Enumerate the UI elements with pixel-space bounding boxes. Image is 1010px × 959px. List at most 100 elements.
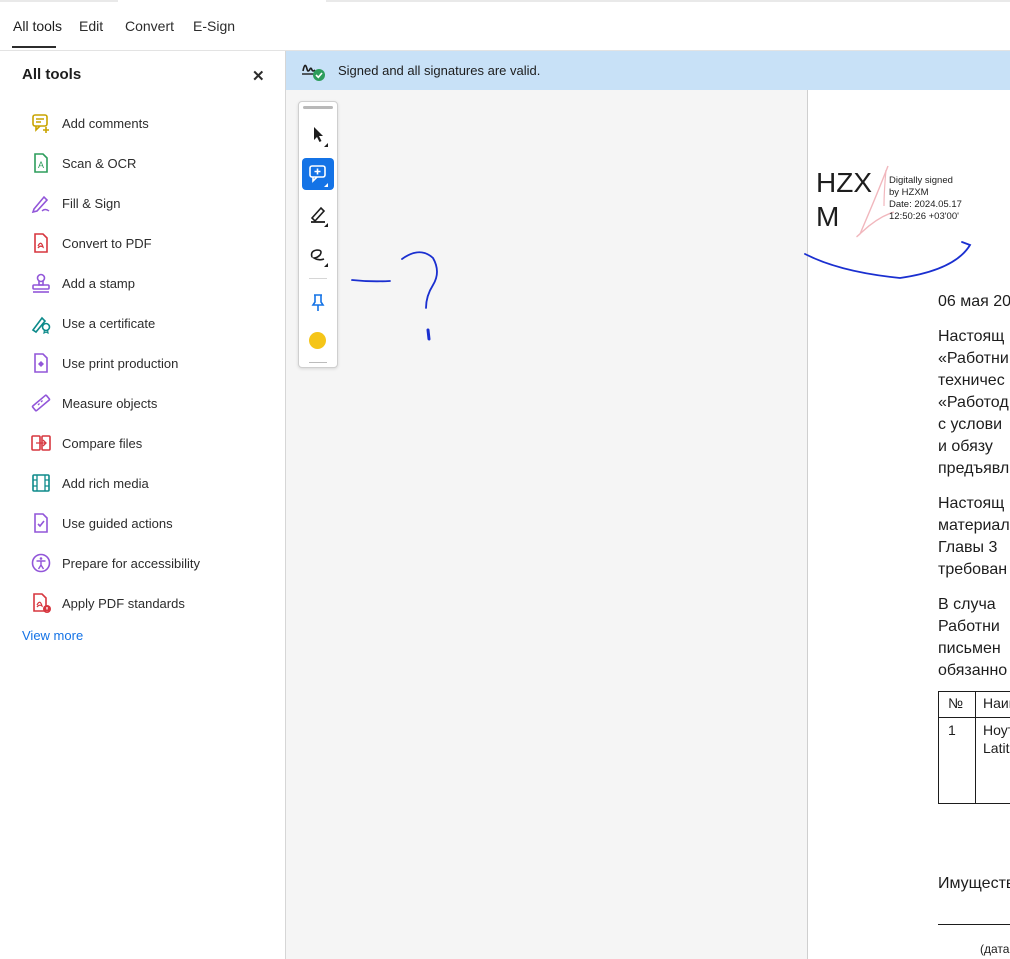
- convert-pdf-icon: [34, 233, 48, 253]
- paragraph-1-line: и обязу: [938, 438, 993, 455]
- top-tab-bar: All tools Edit Convert E-Sign: [0, 0, 1010, 51]
- tool-add-comments[interactable]: Add comments: [30, 112, 270, 136]
- signature-status-bar: Signed and all signatures are valid.: [286, 51, 1010, 90]
- all-tools-panel: All tools ✕ Add comments A Scan & OCR Fi…: [0, 51, 286, 959]
- tool-convert-pdf[interactable]: Convert to PDF: [30, 232, 270, 256]
- tool-add-stamp[interactable]: Add a stamp: [30, 272, 270, 296]
- paragraph-2-line: Настоящ: [938, 495, 1005, 512]
- add-comment-tool-button[interactable]: [302, 158, 334, 190]
- tool-compare-files[interactable]: Compare files: [30, 432, 270, 456]
- paragraph-1-line: техничес: [938, 372, 1005, 389]
- draw-tool-button[interactable]: [302, 238, 334, 270]
- table-cell: Latit: [983, 740, 1010, 756]
- tool-guided-actions[interactable]: Use guided actions: [30, 512, 270, 536]
- signature-status-text: Signed and all signatures are valid.: [338, 63, 541, 78]
- paragraph-1-line: «Работни: [938, 350, 1009, 367]
- svg-text:A: A: [38, 160, 44, 170]
- panel-title: All tools: [22, 66, 82, 83]
- tool-label: Measure objects: [62, 396, 158, 411]
- signature-detail-line: Date: 2024.05.17: [889, 199, 962, 210]
- tool-fill-sign[interactable]: Fill & Sign: [30, 192, 270, 216]
- select-tool-button[interactable]: [302, 118, 334, 150]
- signature-detail-line: 12:50:26 +03'00': [889, 211, 959, 222]
- tool-rich-media[interactable]: Add rich media: [30, 472, 270, 496]
- add-comments-icon: [32, 114, 49, 133]
- tool-label: Fill & Sign: [62, 196, 121, 211]
- inventory-table: № Наим 1 Ноут Latit: [938, 691, 1010, 804]
- tool-label: Add a stamp: [62, 276, 135, 291]
- pdf-page[interactable]: HZX M Digitally signed by HZXM Date: 202…: [807, 90, 1010, 959]
- signature-detail-line: Digitally signed: [889, 175, 953, 186]
- select-icon: [314, 127, 328, 147]
- tool-label: Scan & OCR: [62, 156, 137, 171]
- pin-tool-button[interactable]: [302, 286, 334, 318]
- paragraph-1-line: «Работод: [938, 394, 1009, 411]
- tool-print-production[interactable]: Use print production: [30, 352, 270, 376]
- signature-detail-line: by HZXM: [889, 187, 929, 198]
- signature-details: Digitally signed by HZXM Date: 2024.05.1…: [889, 175, 962, 223]
- paragraph-2-line: требован: [938, 561, 1008, 578]
- measure-icon: [31, 394, 51, 412]
- highlight-icon: [310, 206, 328, 227]
- toolbar-bottom-grip: [309, 362, 327, 363]
- signature-rule: [938, 924, 1010, 925]
- tool-label: Add rich media: [62, 476, 149, 491]
- toolbar-separator: [309, 278, 327, 279]
- paragraph-2-line: материал: [938, 517, 1010, 534]
- table-header-cell: Наим: [983, 695, 1010, 711]
- print-production-icon: [34, 353, 48, 373]
- paragraph-3-line: Работни: [938, 618, 1000, 635]
- paragraph-3-line: В случа: [938, 596, 996, 613]
- quick-tools-toolbar: [298, 101, 338, 368]
- highlight-tool-button[interactable]: [302, 198, 334, 230]
- pdf-standards-icon: [33, 593, 51, 613]
- tool-use-certificate[interactable]: Use a certificate: [30, 312, 270, 336]
- ink-color-picker[interactable]: [309, 332, 326, 349]
- view-more-link[interactable]: View more: [22, 628, 83, 643]
- paragraph-1-line: предъявл: [938, 460, 1010, 477]
- paragraph-2-line: Главы 3: [938, 539, 998, 556]
- paragraph-1-line: с услови: [938, 416, 1003, 433]
- close-icon[interactable]: ✕: [252, 67, 265, 85]
- top-strip: [0, 0, 1010, 2]
- scan-ocr-icon: A: [34, 153, 48, 173]
- tool-label: Use guided actions: [62, 516, 173, 531]
- tool-label: Use print production: [62, 356, 179, 371]
- guided-actions-icon: [34, 513, 48, 533]
- tool-label: Use a certificate: [62, 316, 156, 331]
- tab-convert[interactable]: Convert: [125, 18, 174, 34]
- tool-label: Prepare for accessibility: [62, 556, 200, 571]
- tool-accessibility[interactable]: Prepare for accessibility: [30, 552, 270, 576]
- tool-label: Add comments: [62, 116, 149, 131]
- paragraph-1-line: Настоящ: [938, 328, 1005, 345]
- rich-media-icon: [32, 474, 50, 492]
- date-caption: (дата: [980, 942, 1010, 956]
- tool-label: Apply PDF standards: [62, 596, 185, 611]
- fill-sign-icon: [31, 195, 50, 214]
- compare-icon: [31, 435, 51, 451]
- signature-valid-icon: [302, 64, 325, 81]
- pin-icon: [311, 294, 325, 311]
- stamp-icon: [32, 273, 50, 293]
- tab-all-tools[interactable]: All tools: [13, 18, 62, 34]
- paragraph-3-line: обязанно: [938, 662, 1008, 679]
- table-cell: Ноут: [983, 722, 1010, 738]
- tool-label: Convert to PDF: [62, 236, 152, 251]
- footer-line: Имуществ: [938, 875, 1010, 892]
- tool-pdf-standards[interactable]: Apply PDF standards: [30, 592, 270, 616]
- document-date: 06 мая 20: [938, 293, 1010, 310]
- paragraph-3-line: письмен: [938, 640, 1001, 657]
- draw-icon: [310, 249, 328, 267]
- accessibility-icon: [31, 553, 51, 573]
- table-cell: 1: [948, 722, 956, 738]
- table-header-cell: №: [948, 695, 964, 711]
- certificate-icon: [31, 316, 51, 334]
- tool-label: Compare files: [62, 436, 143, 451]
- active-tab-indicator: [12, 46, 56, 48]
- tab-esign[interactable]: E-Sign: [193, 18, 235, 34]
- tool-scan-ocr[interactable]: A Scan & OCR: [30, 152, 270, 176]
- toolbar-grip[interactable]: [303, 106, 333, 109]
- tab-edit[interactable]: Edit: [79, 18, 103, 34]
- add-comment-icon: [309, 165, 328, 187]
- tool-measure-objects[interactable]: Measure objects: [30, 392, 270, 416]
